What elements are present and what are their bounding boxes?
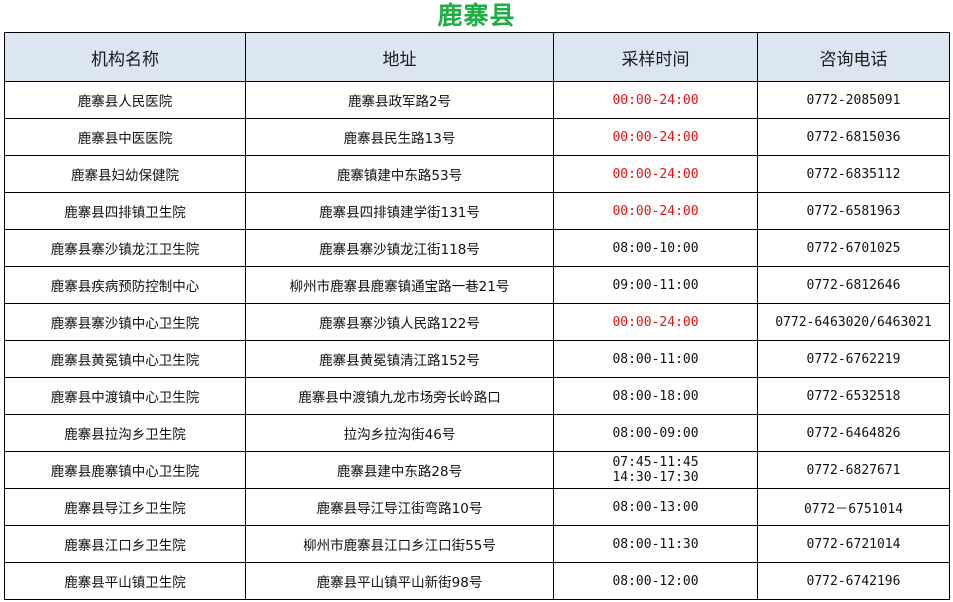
cell-address[interactable]: 鹿寨县寨沙镇龙江街118号: [245, 229, 554, 267]
table-row: 鹿寨县妇幼保健院 鹿寨镇建中东路53号 00:00-24:00 0772-683511…: [4, 155, 950, 193]
table-row: 鹿寨县疾病预防控制中心 柳州市鹿寨县鹿寨镇通宝路一巷21号 09:00-11:00 0…: [4, 266, 950, 304]
table-row: 鹿寨县人民医院 鹿寨县政军路2号 00:00-24:00 0772-2085091: [4, 81, 950, 119]
sheet-title: 鹿寨县: [437, 1, 516, 30]
table-row: 鹿寨县鹿寨镇中心卫生院 鹿寨县建中东路28号 07:45-11:45 14:30-17…: [4, 451, 950, 489]
cell-address[interactable]: 鹿寨县导江导江街弯路10号: [245, 488, 554, 526]
cell-address[interactable]: 鹿寨县四排镇建学街131号: [245, 192, 554, 230]
cell-institution[interactable]: 鹿寨县妇幼保健院: [4, 155, 246, 193]
cell-institution[interactable]: 鹿寨县人民医院: [4, 81, 246, 119]
sampling-time-line: 00:00-24:00: [612, 314, 699, 330]
cell-institution[interactable]: 鹿寨县寨沙镇龙江卫生院: [4, 229, 246, 267]
cell-institution[interactable]: 鹿寨县黄冕镇中心卫生院: [4, 340, 246, 378]
cell-phone[interactable]: 0772-6815036: [757, 118, 950, 156]
table-body: 鹿寨县人民医院 鹿寨县政军路2号 00:00-24:00 0772-2085091 鹿寨…: [4, 81, 950, 600]
sampling-time-line: 00:00-24:00: [612, 129, 699, 145]
cell-sampling-time[interactable]: 08:00-12:00: [553, 562, 758, 600]
cell-address[interactable]: 鹿寨镇建中东路53号: [245, 155, 554, 193]
table-row: 鹿寨县平山镇卫生院 鹿寨县平山镇平山新街98号 08:00-12:00 0772-67…: [4, 562, 950, 600]
cell-institution[interactable]: 鹿寨县鹿寨镇中心卫生院: [4, 451, 246, 489]
cell-sampling-time[interactable]: 00:00-24:00: [553, 155, 758, 193]
sampling-time-line: 08:00-11:00: [612, 351, 699, 367]
sampling-time-line: 00:00-24:00: [612, 203, 699, 219]
cell-institution[interactable]: 鹿寨县平山镇卫生院: [4, 562, 246, 600]
cell-address[interactable]: 柳州市鹿寨县江口乡江口街55号: [245, 525, 554, 563]
cell-sampling-time[interactable]: 00:00-24:00: [553, 81, 758, 119]
cell-address[interactable]: 鹿寨县黄冕镇清江路152号: [245, 340, 554, 378]
cell-address[interactable]: 鹿寨县寨沙镇人民路122号: [245, 303, 554, 341]
sampling-time-line: 07:45-11:45: [612, 455, 699, 470]
cell-address[interactable]: 鹿寨县中渡镇九龙市场旁长岭路口: [245, 377, 554, 415]
cell-sampling-time[interactable]: 07:45-11:45 14:30-17:30: [553, 451, 758, 489]
cell-phone[interactable]: 0772-6762219: [757, 340, 950, 378]
cell-sampling-time[interactable]: 09:00-11:00: [553, 266, 758, 304]
table-row: 鹿寨县江口乡卫生院 柳州市鹿寨县江口乡江口街55号 08:00-11:30 0772-…: [4, 525, 950, 563]
sampling-time-line: 08:00-18:00: [612, 388, 699, 404]
header-row: 机构名称 地址 采样时间 咨询电话: [4, 32, 950, 82]
cell-institution[interactable]: 鹿寨县疾病预防控制中心: [4, 266, 246, 304]
cell-sampling-time[interactable]: 00:00-24:00: [553, 303, 758, 341]
cell-address[interactable]: 柳州市鹿寨县鹿寨镇通宝路一巷21号: [245, 266, 554, 304]
cell-sampling-time[interactable]: 08:00-09:00: [553, 414, 758, 452]
header-phone[interactable]: 咨询电话: [757, 32, 950, 82]
cell-phone[interactable]: 0772-6827671: [757, 451, 950, 489]
cell-sampling-time[interactable]: 08:00-11:00: [553, 340, 758, 378]
cell-institution[interactable]: 鹿寨县中医医院: [4, 118, 246, 156]
table-row: 鹿寨县四排镇卫生院 鹿寨县四排镇建学街131号 00:00-24:00 0772-65…: [4, 192, 950, 230]
cell-sampling-time[interactable]: 08:00-18:00: [553, 377, 758, 415]
table-row: 鹿寨县中渡镇中心卫生院 鹿寨县中渡镇九龙市场旁长岭路口 08:00-18:00 077…: [4, 377, 950, 415]
table-row: 鹿寨县寨沙镇中心卫生院 鹿寨县寨沙镇人民路122号 00:00-24:00 0772-…: [4, 303, 950, 341]
cell-address[interactable]: 拉沟乡拉沟街46号: [245, 414, 554, 452]
sampling-time-line: 08:00-13:00: [612, 499, 699, 515]
cell-phone[interactable]: 0772-6701025: [757, 229, 950, 267]
sampling-time-line: 00:00-24:00: [612, 92, 699, 108]
cell-address[interactable]: 鹿寨县民生路13号: [245, 118, 554, 156]
spreadsheet-sheet: 鹿寨县 机构名称 地址 采样时间 咨询电话 鹿寨县人民医院 鹿寨县政军路2号 00:…: [4, 0, 950, 600]
sampling-time-line: 09:00-11:00: [612, 277, 699, 293]
table-row: 鹿寨县寨沙镇龙江卫生院 鹿寨县寨沙镇龙江街118号 08:00-10:00 0772-…: [4, 229, 950, 267]
cell-phone[interactable]: 0772-6812646: [757, 266, 950, 304]
cell-sampling-time[interactable]: 00:00-24:00: [553, 118, 758, 156]
header-address[interactable]: 地址: [245, 32, 554, 82]
cell-address[interactable]: 鹿寨县平山镇平山新街98号: [245, 562, 554, 600]
sampling-time-line: 08:00-10:00: [612, 240, 699, 256]
header-sampling-time[interactable]: 采样时间: [553, 32, 758, 82]
cell-sampling-time[interactable]: 08:00-13:00: [553, 488, 758, 526]
cell-institution[interactable]: 鹿寨县中渡镇中心卫生院: [4, 377, 246, 415]
cell-phone[interactable]: 0772-6742196: [757, 562, 950, 600]
cell-phone[interactable]: 0772-2085091: [757, 81, 950, 119]
header-institution[interactable]: 机构名称: [4, 32, 246, 82]
cell-sampling-time[interactable]: 08:00-10:00: [553, 229, 758, 267]
sampling-time-line: 00:00-24:00: [612, 166, 699, 182]
cell-phone[interactable]: 0772-6835112: [757, 155, 950, 193]
cell-address[interactable]: 鹿寨县政军路2号: [245, 81, 554, 119]
cell-sampling-time[interactable]: 08:00-11:30: [553, 525, 758, 563]
sampling-time-line: 08:00-12:00: [612, 573, 699, 589]
cell-institution[interactable]: 鹿寨县拉沟乡卫生院: [4, 414, 246, 452]
cell-phone[interactable]: 0772-6581963: [757, 192, 950, 230]
sampling-time-line: 14:30-17:30: [612, 470, 699, 485]
sampling-time-line: 08:00-09:00: [612, 425, 699, 441]
table-row: 鹿寨县黄冕镇中心卫生院 鹿寨县黄冕镇清江路152号 08:00-11:00 0772-…: [4, 340, 950, 378]
table-row: 鹿寨县导江乡卫生院 鹿寨县导江导江街弯路10号 08:00-13:00 0772－67…: [4, 488, 950, 526]
cell-sampling-time[interactable]: 00:00-24:00: [553, 192, 758, 230]
cell-institution[interactable]: 鹿寨县江口乡卫生院: [4, 525, 246, 563]
cell-address[interactable]: 鹿寨县建中东路28号: [245, 451, 554, 489]
sampling-sites-table: 机构名称 地址 采样时间 咨询电话 鹿寨县人民医院 鹿寨县政军路2号 00:00-2…: [4, 32, 950, 600]
cell-institution[interactable]: 鹿寨县寨沙镇中心卫生院: [4, 303, 246, 341]
sampling-time-line: 08:00-11:30: [612, 536, 699, 552]
cell-phone[interactable]: 0772-6463020/6463021: [757, 303, 950, 341]
cell-phone[interactable]: 0772-6464826: [757, 414, 950, 452]
cell-phone[interactable]: 0772-6532518: [757, 377, 950, 415]
cell-phone[interactable]: 0772-6721014: [757, 525, 950, 563]
cell-institution[interactable]: 鹿寨县导江乡卫生院: [4, 488, 246, 526]
table-row: 鹿寨县中医医院 鹿寨县民生路13号 00:00-24:00 0772-6815036: [4, 118, 950, 156]
cell-institution[interactable]: 鹿寨县四排镇卫生院: [4, 192, 246, 230]
cell-phone[interactable]: 0772－6751014: [757, 488, 950, 526]
table-row: 鹿寨县拉沟乡卫生院 拉沟乡拉沟街46号 08:00-09:00 0772-646482…: [4, 414, 950, 452]
